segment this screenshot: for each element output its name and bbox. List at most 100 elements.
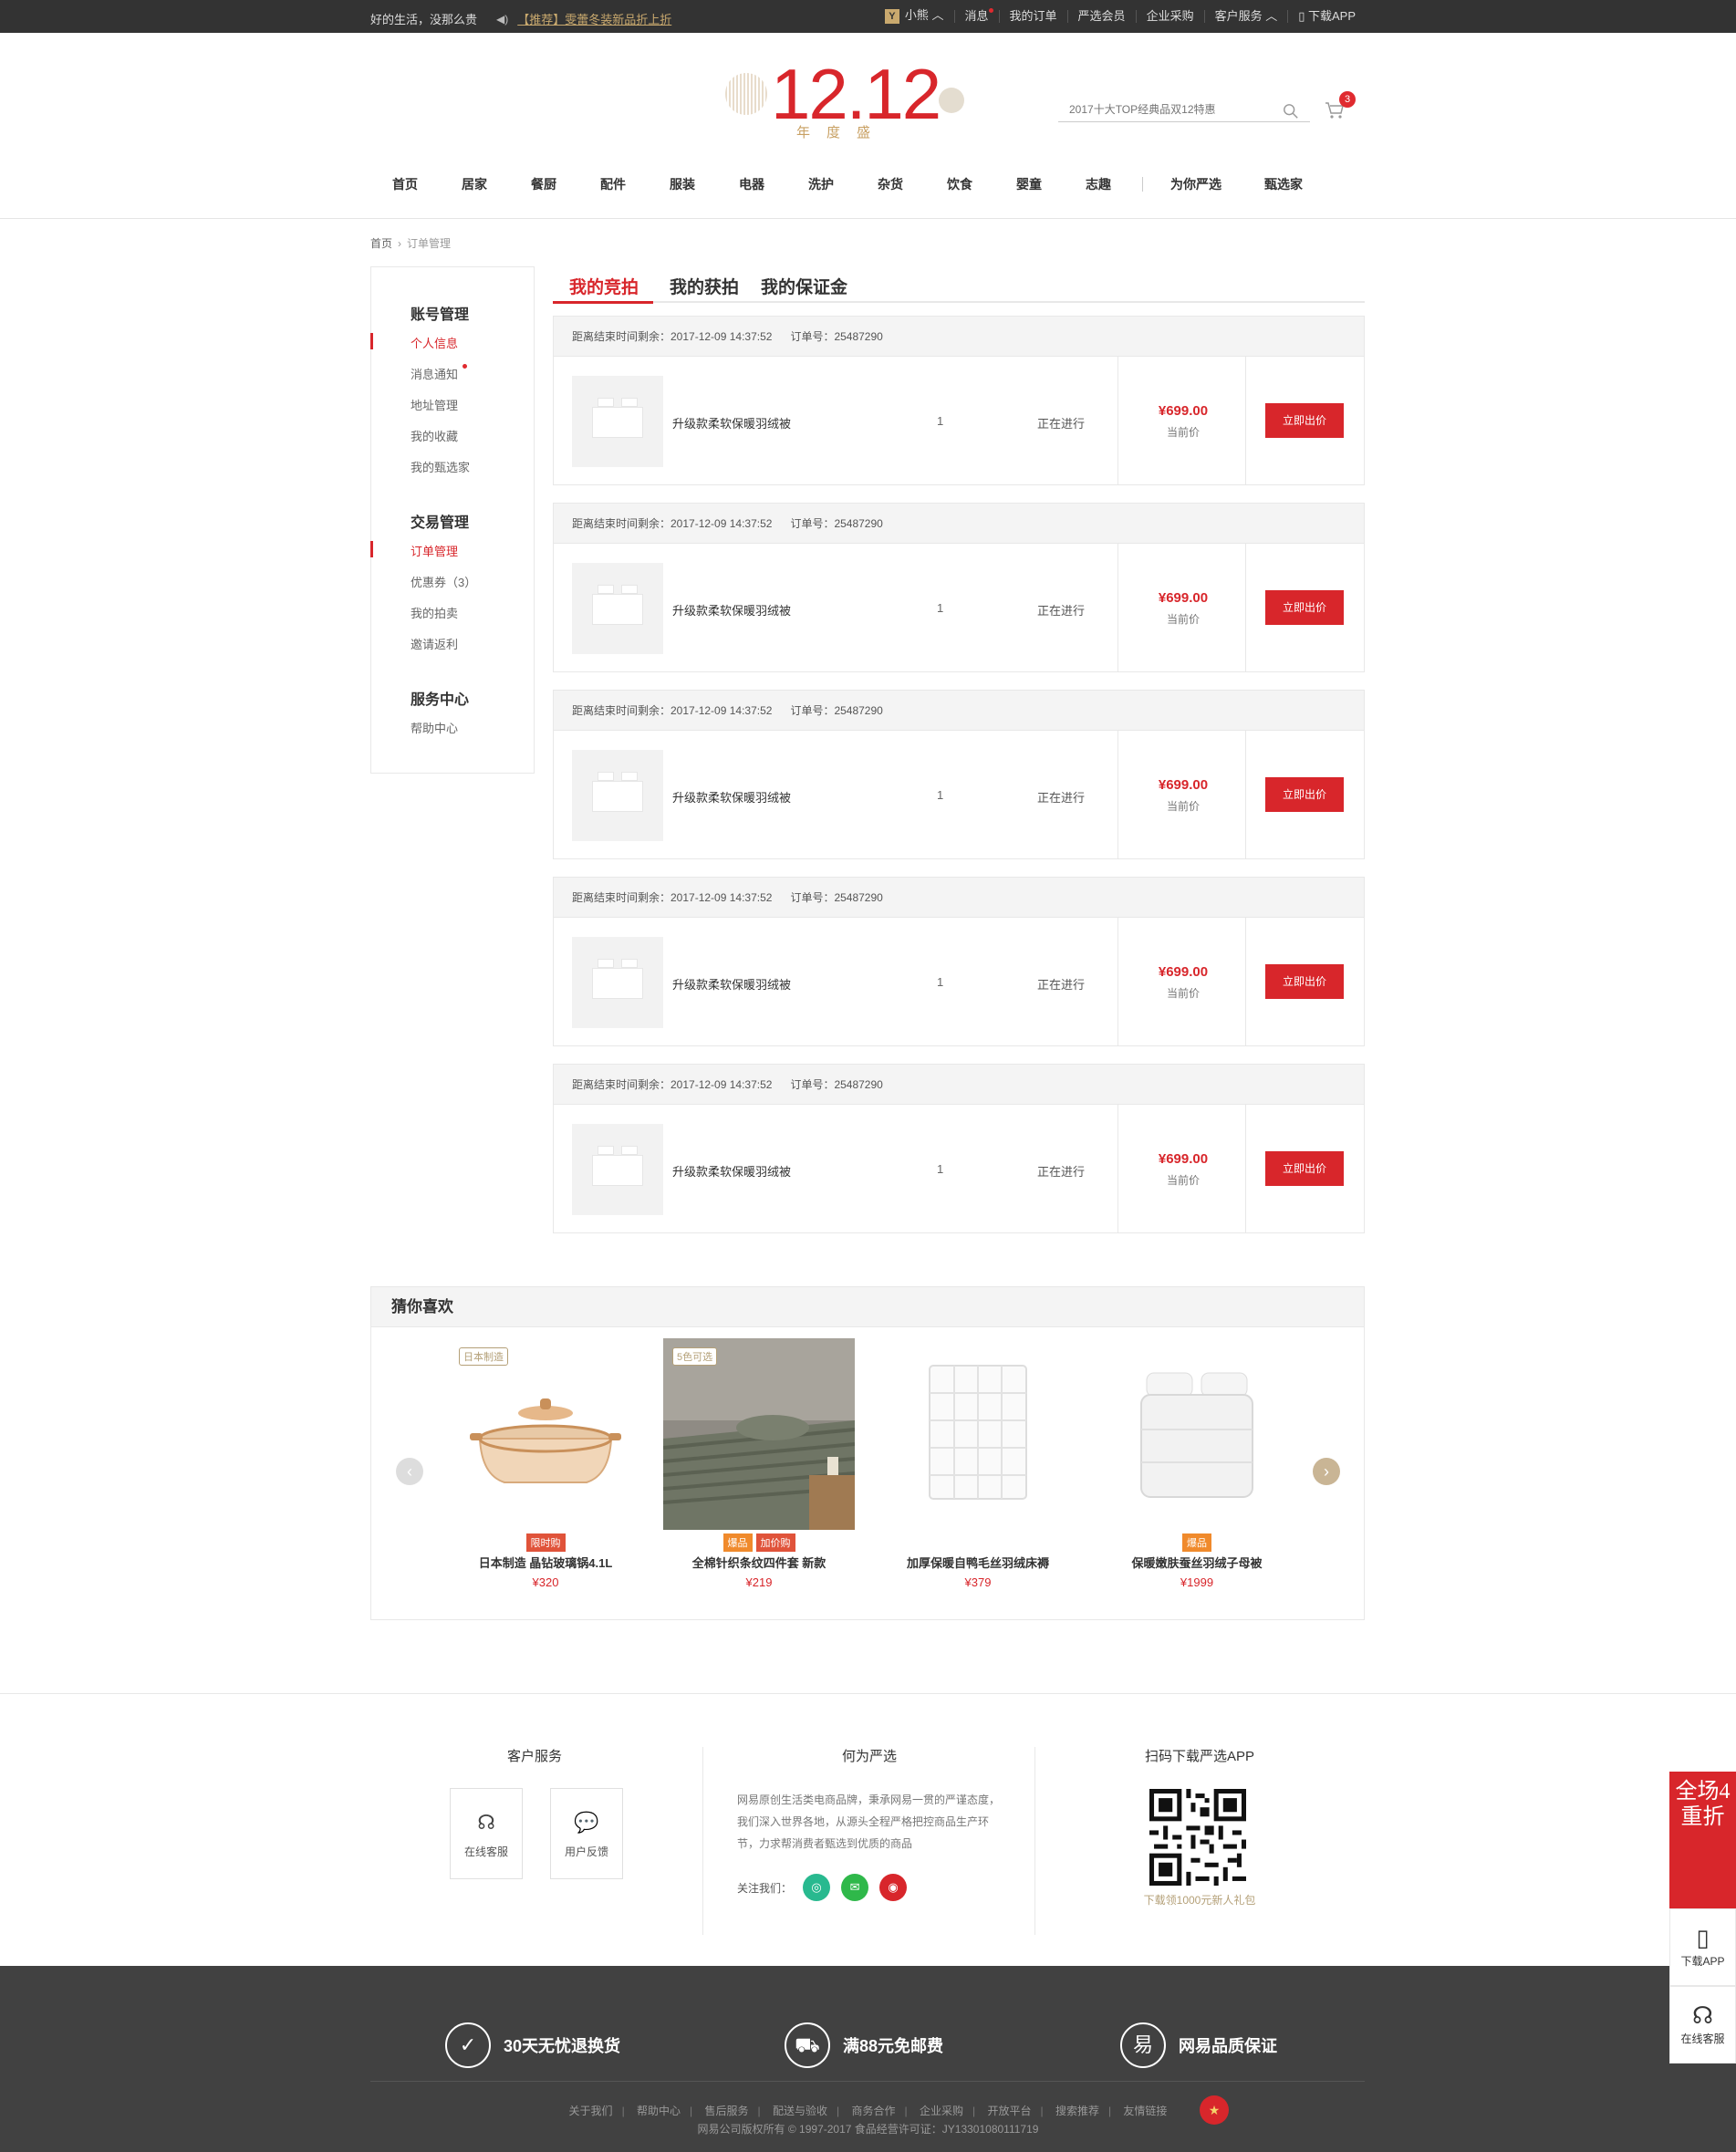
product-name[interactable]: 升级款柔软保暖羽绒被 xyxy=(672,1162,791,1180)
order-countdown: 距离结束时间剩余：2017-12-09 14:37:52 xyxy=(572,1078,773,1091)
bid-now-button[interactable]: 立即出价 xyxy=(1265,590,1344,625)
nav-care[interactable]: 洗护 xyxy=(786,175,856,193)
sidebar-item-referral[interactable]: 邀请返利 xyxy=(411,635,458,652)
footer-link-aftersales[interactable]: 售后服务 xyxy=(705,2105,749,2117)
product-card[interactable]: 日本制造 限时购 日本制造 晶钻玻璃锅4.1L ¥320 xyxy=(450,1338,641,1612)
product-badges: 爆品 加价购 xyxy=(663,1533,855,1552)
current-price: ¥699.00 xyxy=(1158,1151,1209,1167)
nav-misc[interactable]: 杂货 xyxy=(856,175,925,193)
sidebar-item-notifications[interactable]: 消息通知 xyxy=(411,365,458,382)
tab-my-bids[interactable]: 我的竞拍 xyxy=(569,274,639,298)
nav-food[interactable]: 饮食 xyxy=(925,175,994,193)
auction-status: 正在进行 xyxy=(1037,1165,1086,1179)
tab-deposit[interactable]: 我的保证金 xyxy=(761,274,847,298)
weibo-icon[interactable]: ◉ xyxy=(879,1874,908,1901)
carousel-next-button[interactable]: › xyxy=(1313,1458,1340,1485)
product-thumbnail[interactable] xyxy=(572,1124,663,1215)
carousel-prev-button[interactable]: ‹ xyxy=(396,1458,423,1485)
nav-baby[interactable]: 婴童 xyxy=(994,175,1064,193)
top-links: Y 小熊 ︿ 消息 我的订单 严选会员 企业采购 客户服务 ︿ ▯ 下载APP xyxy=(875,0,1366,33)
search-input[interactable] xyxy=(1058,99,1277,120)
product-quantity: 1 xyxy=(937,1162,944,1176)
bid-now-button[interactable]: 立即出价 xyxy=(1265,964,1344,999)
sidebar-item-curator[interactable]: 我的甄选家 xyxy=(411,458,470,475)
wechat-icon[interactable]: ✉ xyxy=(841,1874,869,1901)
sidebar-item-coupons[interactable]: 优惠券（3） xyxy=(411,573,476,590)
my-orders-link[interactable]: 我的订单 xyxy=(998,10,1067,23)
sale-float-banner[interactable]: 全场4重折 xyxy=(1669,1772,1736,1908)
product-thumbnail[interactable] xyxy=(572,750,663,841)
pillow-shape xyxy=(621,398,638,407)
product-card[interactable]: 爆品 保暖嫩肤蚕丝羽绒子母被 ¥1999 xyxy=(1101,1338,1293,1612)
nav-interests[interactable]: 志趣 xyxy=(1064,175,1133,193)
bid-now-button[interactable]: 立即出价 xyxy=(1265,403,1344,438)
float-download-app[interactable]: ▯ 下载APP xyxy=(1669,1908,1736,1986)
product-name[interactable]: 升级款柔软保暖羽绒被 xyxy=(672,414,791,431)
product-quantity: 1 xyxy=(937,601,944,615)
nav-curators[interactable]: 甄选家 xyxy=(1240,175,1327,193)
product-price: ¥219 xyxy=(745,1575,773,1589)
auction-status: 正在进行 xyxy=(1037,604,1086,618)
messages-link[interactable]: 消息 xyxy=(953,8,999,23)
product-thumbnail[interactable] xyxy=(572,563,663,654)
footer-link-about[interactable]: 关于我们 xyxy=(569,2105,613,2117)
footer-link-search[interactable]: 搜索推荐 xyxy=(1055,2105,1099,2117)
nav-clothing[interactable]: 服装 xyxy=(648,175,717,193)
footer-link-open-platform[interactable]: 开放平台 xyxy=(987,2105,1031,2117)
auction-status: 正在进行 xyxy=(1037,791,1086,805)
product-name[interactable]: 升级款柔软保暖羽绒被 xyxy=(672,601,791,619)
yixin-icon[interactable]: ◎ xyxy=(803,1874,831,1901)
product-name[interactable]: 升级款柔软保暖羽绒被 xyxy=(672,975,791,993)
nav-appliances[interactable]: 电器 xyxy=(717,175,786,193)
account-sidebar: 账号管理 个人信息 消息通知 地址管理 我的收藏 我的甄选家 交易管理 订单管理… xyxy=(370,266,535,774)
chat-icon: 💬 xyxy=(574,1811,599,1834)
order-card: 距离结束时间剩余：2017-12-09 14:37:52 订单号：25487290… xyxy=(553,1064,1365,1233)
sidebar-item-help[interactable]: 帮助中心 xyxy=(411,719,458,736)
product-card[interactable]: 加厚保暖自鸭毛丝羽绒床褥 ¥379 xyxy=(882,1338,1074,1612)
product-card[interactable]: 5色可选 爆品 加价购 全棉针织条纹四件套 新款 ¥219 xyxy=(663,1338,855,1612)
tab-won[interactable]: 我的获拍 xyxy=(670,274,739,298)
footer-link-business[interactable]: 商务合作 xyxy=(851,2105,895,2117)
nav-accessories[interactable]: 配件 xyxy=(578,175,648,193)
membership-link[interactable]: 严选会员 xyxy=(1066,10,1136,23)
recommendations: 猜你喜欢 ‹ › 日本制造 限时购 日本制造 晶钻玻璃锅4.1L ¥320 5色… xyxy=(370,1286,1365,1620)
enterprise-link[interactable]: 企业采购 xyxy=(1135,10,1204,23)
nav-for-you[interactable]: 为你严选 xyxy=(1152,175,1240,193)
sidebar-item-address[interactable]: 地址管理 xyxy=(411,396,458,413)
nav-home-living[interactable]: 居家 xyxy=(440,175,509,193)
column-divider xyxy=(1245,731,1246,859)
breadcrumb-home[interactable]: 首页 xyxy=(370,235,392,251)
order-number: 订单号：25487290 xyxy=(790,704,883,717)
footer-link-enterprise[interactable]: 企业采购 xyxy=(920,2105,963,2117)
footer-link-help[interactable]: 帮助中心 xyxy=(637,2105,681,2117)
footer-link-friends[interactable]: 友情链接 xyxy=(1123,2105,1167,2117)
notice-link[interactable]: 【推荐】雯蕾冬装新品折上折 xyxy=(517,10,671,27)
feedback-button[interactable]: 💬 用户反馈 xyxy=(550,1788,623,1879)
footer-about-title: 何为严选 xyxy=(841,1749,897,1764)
notice[interactable]: ◀) 【推荐】雯蕾冬装新品折上折 xyxy=(496,10,671,27)
sidebar-item-favorites[interactable]: 我的收藏 xyxy=(411,427,458,444)
download-app-link[interactable]: ▯ 下载APP xyxy=(1287,10,1366,23)
product-badges: 限时购 xyxy=(450,1533,641,1552)
logo[interactable]: 12.12 年度盛 xyxy=(725,53,964,144)
nav-kitchen[interactable]: 餐厨 xyxy=(509,175,578,193)
footer-link-delivery[interactable]: 配送与验收 xyxy=(773,2105,827,2117)
product-name[interactable]: 升级款柔软保暖羽绒被 xyxy=(672,788,791,806)
police-emblem-icon[interactable]: ★ xyxy=(1200,2095,1229,2125)
nav-home[interactable]: 首页 xyxy=(370,175,440,193)
order-header: 距离结束时间剩余：2017-12-09 14:37:52 订单号：25487290 xyxy=(554,317,1364,357)
user-menu[interactable]: Y 小熊 ︿ xyxy=(875,9,954,24)
bid-now-button[interactable]: 立即出价 xyxy=(1265,777,1344,812)
customer-service-menu[interactable]: 客户服务 ︿ xyxy=(1203,10,1288,23)
search-icon[interactable] xyxy=(1283,103,1299,120)
float-online-service[interactable]: ☊ 在线客服 xyxy=(1669,1986,1736,2064)
product-thumbnail[interactable] xyxy=(572,937,663,1028)
online-service-button[interactable]: ☊ 在线客服 xyxy=(450,1788,523,1879)
product-price: ¥379 xyxy=(964,1575,992,1589)
product-quantity: 1 xyxy=(937,414,944,428)
bid-now-button[interactable]: 立即出价 xyxy=(1265,1151,1344,1186)
sidebar-item-profile[interactable]: 个人信息 xyxy=(411,334,458,351)
sidebar-item-auctions[interactable]: 我的拍卖 xyxy=(411,604,458,621)
sidebar-item-orders[interactable]: 订单管理 xyxy=(411,542,458,559)
product-thumbnail[interactable] xyxy=(572,376,663,467)
